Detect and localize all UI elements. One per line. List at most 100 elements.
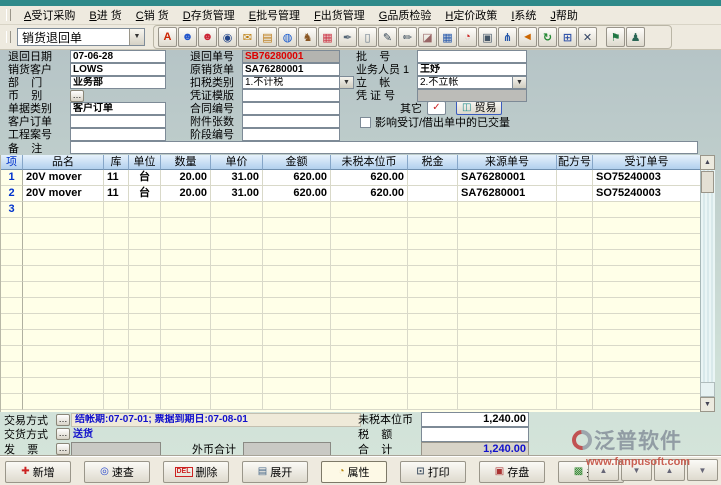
grid-cell-r15-c0[interactable] [1, 394, 23, 410]
grid-cell-r10-c11[interactable] [593, 314, 701, 330]
document-icon[interactable]: ▯ [358, 27, 377, 47]
properties-button[interactable]: ◔属性 [321, 461, 387, 483]
grid-cell-r2-c0[interactable]: 2 [1, 186, 23, 202]
grid-cell-r6-c8[interactable] [408, 250, 458, 266]
grid-cell-r2-c11[interactable]: SO75240003 [593, 186, 701, 202]
chevron-down-icon[interactable]: ▼ [513, 76, 527, 89]
grid-cell-r11-c3[interactable] [129, 330, 161, 346]
grid-cell-r5-c7[interactable] [331, 234, 408, 250]
grid-cell-r1-c1[interactable]: 20V mover [23, 170, 104, 186]
grid-cell-r8-c7[interactable] [331, 282, 408, 298]
grid-cell-r3-c0[interactable]: 3 [1, 202, 23, 218]
grid-cell-r2-c8[interactable] [408, 186, 458, 202]
trade-mode-ellipsis-button[interactable]: … [56, 414, 70, 426]
grid-cell-r1-c8[interactable] [408, 170, 458, 186]
menu-item-I[interactable]: I系统 [504, 6, 543, 24]
grid-cell-r2-c5[interactable]: 31.00 [211, 186, 263, 202]
left-field-6[interactable] [70, 128, 166, 141]
grid-cell-r1-c9[interactable]: SA76280001 [458, 170, 557, 186]
person-go-icon[interactable]: ♟ [626, 27, 645, 47]
grid-cell-r10-c4[interactable] [161, 314, 211, 330]
grid-cell-r7-c7[interactable] [331, 266, 408, 282]
grid-cell-r15-c6[interactable] [263, 394, 331, 410]
scroll-extra-button[interactable] [700, 382, 715, 397]
chart-icon[interactable]: ◔ [458, 27, 477, 47]
grid-cell-r10-c10[interactable] [557, 314, 593, 330]
right-field-1[interactable]: 王妤 [417, 63, 527, 76]
window-icon[interactable]: ▣ [478, 27, 497, 47]
grid-cell-r14-c2[interactable] [104, 378, 129, 394]
pencil-icon[interactable]: ✏ [398, 27, 417, 47]
grid-cell-r6-c11[interactable] [593, 250, 701, 266]
grid-cell-r15-c11[interactable] [593, 394, 701, 410]
grid-cell-r12-c5[interactable] [211, 346, 263, 362]
grid-cell-r3-c5[interactable] [211, 202, 263, 218]
grid-cell-r12-c8[interactable] [408, 346, 458, 362]
left-field-0[interactable]: 07-06-28 [70, 50, 166, 63]
grid-cell-r1-c2[interactable]: 11 [104, 170, 129, 186]
grid-cell-r11-c8[interactable] [408, 330, 458, 346]
grid-cell-r2-c4[interactable]: 20.00 [161, 186, 211, 202]
grid-cell-r4-c7[interactable] [331, 218, 408, 234]
table-icon[interactable]: ▦ [438, 27, 457, 47]
grid-cell-r13-c7[interactable] [331, 362, 408, 378]
grid-cell-r14-c10[interactable] [557, 378, 593, 394]
grid-cell-r6-c3[interactable] [129, 250, 161, 266]
grid-cell-r5-c10[interactable] [557, 234, 593, 250]
grid-cell-r10-c6[interactable] [263, 314, 331, 330]
grid-cell-r14-c5[interactable] [211, 378, 263, 394]
refresh-doc-icon[interactable]: ↻ [538, 27, 557, 47]
grid-cell-r11-c2[interactable] [104, 330, 129, 346]
grid-cell-r9-c8[interactable] [408, 298, 458, 314]
grid-cell-r13-c0[interactable] [1, 362, 23, 378]
left-field-1[interactable]: LOWS [70, 63, 166, 76]
grid-cell-r12-c1[interactable] [23, 346, 104, 362]
grid-cell-r7-c6[interactable] [263, 266, 331, 282]
grid-cell-r10-c9[interactable] [458, 314, 557, 330]
grid-cell-r1-c11[interactable]: SO75240003 [593, 170, 701, 186]
users-edit-icon[interactable]: ☻ [198, 27, 217, 47]
right-field-2[interactable]: 2.不立帐 [417, 76, 513, 89]
users-icon[interactable]: ☻ [178, 27, 197, 47]
grid-cell-r3-c8[interactable] [408, 202, 458, 218]
grid-cell-r3-c7[interactable] [331, 202, 408, 218]
menu-item-B[interactable]: B进 货 [82, 6, 128, 24]
grid-cell-r9-c11[interactable] [593, 298, 701, 314]
grid-cell-r1-c3[interactable]: 台 [129, 170, 161, 186]
save-button[interactable]: ▣存盘 [479, 461, 545, 483]
nav-next-button[interactable]: ▲ [654, 459, 685, 481]
grid-cell-r4-c6[interactable] [263, 218, 331, 234]
grid-cell-r13-c11[interactable] [593, 362, 701, 378]
grid-cell-r7-c11[interactable] [593, 266, 701, 282]
menu-item-D[interactable]: D存货管理 [176, 6, 242, 24]
expand-button[interactable]: ▤展开 [242, 461, 308, 483]
grid-cell-r8-c5[interactable] [211, 282, 263, 298]
grid-cell-r11-c4[interactable] [161, 330, 211, 346]
middle-field-6[interactable] [242, 128, 340, 141]
speaker-icon[interactable]: ◄ [518, 27, 537, 47]
find-replace-icon[interactable]: A [158, 27, 177, 47]
grid-cell-r8-c9[interactable] [458, 282, 557, 298]
grid-cell-r3-c6[interactable] [263, 202, 331, 218]
grid-cell-r7-c10[interactable] [557, 266, 593, 282]
eraser-icon[interactable]: ◪ [418, 27, 437, 47]
middle-field-2[interactable]: 1.不计税 [242, 76, 340, 89]
delete-button[interactable]: DEL删除 [163, 461, 229, 483]
grid-cell-r7-c1[interactable] [23, 266, 104, 282]
grid-cell-r12-c4[interactable] [161, 346, 211, 362]
grid-cell-r15-c8[interactable] [408, 394, 458, 410]
grid-cell-r14-c8[interactable] [408, 378, 458, 394]
chevron-down-icon[interactable]: ▼ [129, 29, 144, 45]
menu-item-C[interactable]: C销 货 [129, 6, 176, 24]
menu-item-E[interactable]: E批号管理 [242, 6, 307, 24]
menu-item-A[interactable]: A受订采购 [17, 6, 82, 24]
grid-cell-r6-c9[interactable] [458, 250, 557, 266]
grid-cell-r13-c9[interactable] [458, 362, 557, 378]
grid-cell-r5-c9[interactable] [458, 234, 557, 250]
grid-cell-r1-c0[interactable]: 1 [1, 170, 23, 186]
grid-cell-r2-c7[interactable]: 620.00 [331, 186, 408, 202]
grid-cell-r15-c5[interactable] [211, 394, 263, 410]
grid-cell-r4-c5[interactable] [211, 218, 263, 234]
grid-cell-r6-c10[interactable] [557, 250, 593, 266]
grid-cell-r7-c4[interactable] [161, 266, 211, 282]
